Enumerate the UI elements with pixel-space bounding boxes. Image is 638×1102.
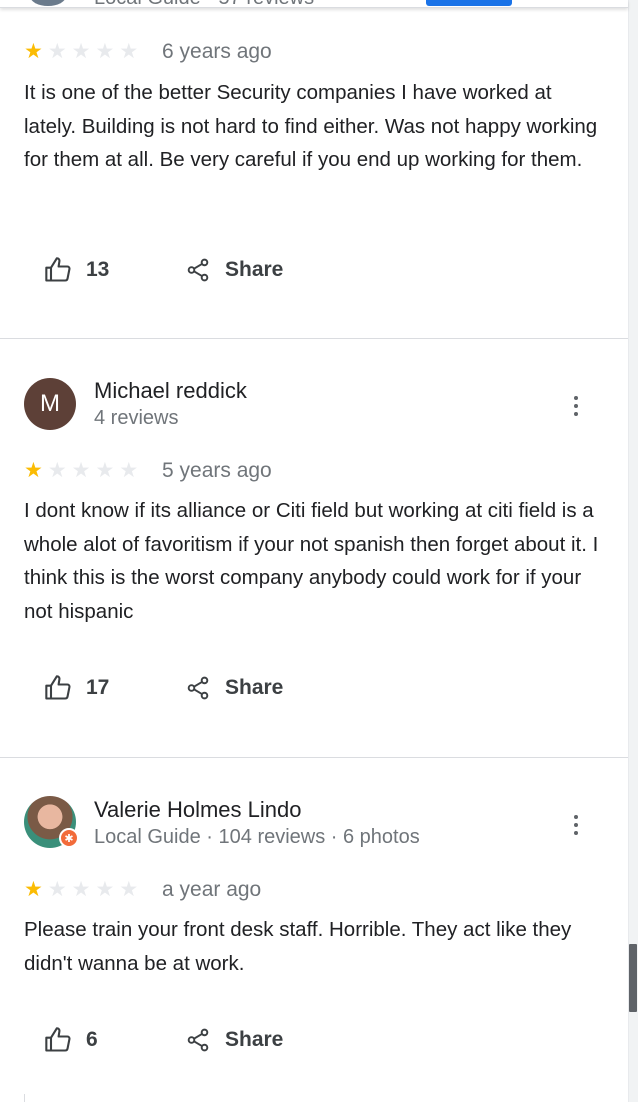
like-button[interactable]: 6	[44, 1026, 98, 1054]
scrollbar-thumb[interactable]	[629, 944, 637, 1012]
like-count: 6	[86, 1028, 98, 1051]
star-icon: ★	[24, 40, 43, 63]
share-icon	[187, 258, 209, 282]
star-rating: ★ ★ ★ ★ ★	[24, 41, 138, 62]
reviewer-meta: 4 reviews	[94, 407, 179, 429]
share-button[interactable]: Share	[185, 257, 283, 283]
star-icon: ★	[24, 459, 43, 482]
like-button[interactable]: 13	[44, 256, 109, 284]
share-label: Share	[225, 1028, 284, 1051]
thumb-up-icon	[45, 1027, 71, 1052]
divider	[0, 757, 628, 758]
review-text: I dont know if its alliance or Citi fiel…	[24, 499, 599, 623]
star-icon: ★	[24, 878, 43, 901]
star-icon: ★	[47, 878, 67, 901]
star-icon: ★	[95, 40, 115, 63]
reviewer-name[interactable]: Valerie Holmes Lindo	[94, 797, 301, 823]
star-icon: ★	[95, 878, 115, 901]
share-label: Share	[225, 676, 284, 699]
star-icon: ★	[119, 40, 139, 63]
review-age: 6 years ago	[162, 40, 272, 63]
avatar-letter: M	[40, 390, 60, 417]
local-guide-badge-icon: ✱	[59, 828, 79, 848]
share-icon	[187, 1028, 209, 1052]
star-rating: ★ ★ ★ ★ ★	[24, 879, 138, 900]
star-icon: ★	[71, 40, 91, 63]
review-text: It is one of the better Security compani…	[24, 81, 598, 171]
like-button[interactable]: 17	[44, 674, 109, 702]
like-count: 13	[86, 258, 110, 281]
star-icon: ★	[95, 459, 115, 482]
review-age: 5 years ago	[162, 459, 272, 482]
scrollbar-track[interactable]	[628, 0, 638, 1102]
share-label: Share	[225, 258, 284, 281]
share-icon	[187, 676, 209, 700]
reviewer-meta: Local Guide · 57 reviews	[94, 0, 314, 7]
like-count: 17	[86, 676, 110, 699]
share-button[interactable]: Share	[185, 1027, 283, 1053]
divider	[0, 338, 628, 339]
reviewer-meta: Local Guide · 104 reviews · 6 photos	[94, 826, 420, 848]
more-vert-icon[interactable]	[568, 394, 584, 418]
star-icon: ★	[71, 878, 91, 901]
star-icon: ★	[47, 459, 67, 482]
reviewer-name[interactable]: Michael reddick	[94, 378, 247, 404]
star-rating: ★ ★ ★ ★ ★	[24, 460, 138, 481]
avatar[interactable]: ✱	[24, 796, 79, 848]
avatar[interactable]	[30, 0, 66, 6]
star-icon: ★	[47, 40, 67, 63]
star-icon: ★	[119, 459, 139, 482]
thumb-up-icon	[45, 675, 71, 700]
review-age: a year ago	[162, 878, 262, 901]
review-text: Please train your front desk staff. Horr…	[24, 918, 572, 975]
more-vert-icon[interactable]	[568, 813, 584, 837]
star-icon: ★	[71, 459, 91, 482]
star-icon: ★	[119, 878, 139, 901]
follow-button[interactable]	[426, 0, 512, 6]
top-partial-header: Local Guide · 57 reviews	[0, 0, 628, 8]
thumb-up-icon	[45, 257, 71, 282]
next-review-edge	[24, 1094, 25, 1102]
avatar[interactable]: M	[24, 378, 76, 430]
share-button[interactable]: Share	[185, 675, 283, 701]
